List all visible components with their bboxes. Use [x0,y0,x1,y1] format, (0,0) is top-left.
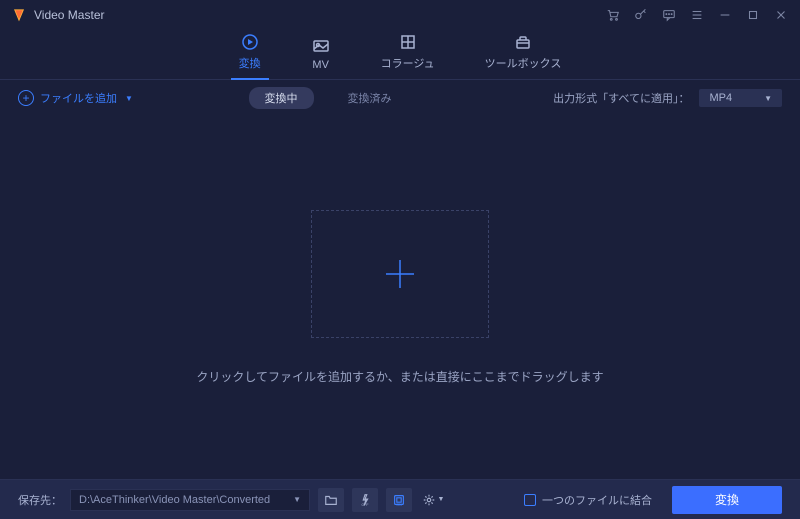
tab-label: ツールボックス [485,55,562,71]
output-format-label: 出力形式「すべてに適用」： [553,90,689,106]
collage-icon [398,33,418,51]
checkbox-icon [524,494,536,506]
output-format-value: MP4 [709,92,732,104]
tab-label: コラージュ [381,55,435,71]
tab-mv[interactable]: MV [311,37,331,79]
status-converting-pill[interactable]: 変換中 [249,87,314,109]
plus-circle-icon: + [18,90,34,106]
menu-icon[interactable] [690,8,704,22]
add-file-button[interactable]: + ファイルを追加 ▼ [18,90,133,106]
tab-label: MV [312,59,329,71]
titlebar: Video Master [0,0,800,30]
merge-label: 一つのファイルに結合 [542,492,652,508]
output-format-select[interactable]: MP4 ▼ [699,89,782,107]
save-path-input[interactable]: D:\AceThinker\Video Master\Converted ▼ [70,489,310,511]
maximize-icon[interactable] [746,8,760,22]
app-title: Video Master [34,8,104,22]
tab-label: 変換 [239,55,261,71]
convert-icon [240,33,260,51]
toolbox-icon [513,33,533,51]
bottombar: 保存先： D:\AceThinker\Video Master\Converte… [0,479,800,519]
titlebar-right [606,8,788,22]
caret-down-icon: ▼ [125,94,133,103]
open-folder-button[interactable] [318,488,344,512]
minimize-icon[interactable] [718,8,732,22]
tab-toolbox[interactable]: ツールボックス [485,33,562,79]
svg-text:OFF: OFF [362,503,369,507]
close-icon[interactable] [774,8,788,22]
hw-accel-off-button[interactable]: OFF [352,488,378,512]
toolbar: + ファイルを追加 ▼ 変換中 変換済み 出力形式「すべてに適用」： MP4 ▼ [0,80,800,116]
app-logo-icon [12,8,26,22]
caret-down-icon: ▼ [764,94,772,103]
convert-button[interactable]: 変換 [672,486,782,514]
save-path-value: D:\AceThinker\Video Master\Converted [79,494,270,506]
feedback-icon[interactable] [662,8,676,22]
caret-down-icon: ▼ [293,495,301,504]
file-dropzone[interactable] [311,210,489,338]
merge-checkbox[interactable]: 一つのファイルに結合 [524,492,652,508]
tab-convert[interactable]: 変換 [239,33,261,79]
mv-icon [311,37,331,55]
titlebar-left: Video Master [12,8,104,22]
main-tabs: 変換 MV コラージュ ツールボックス [0,30,800,80]
cart-icon[interactable] [606,8,620,22]
tab-collage[interactable]: コラージュ [381,33,435,79]
settings-button[interactable]: ▼ [420,488,446,512]
plus-icon [380,254,420,294]
dropzone-hint: クリックしてファイルを追加するか、または直接にここまでドラッグします [196,368,603,385]
content-area: クリックしてファイルを追加するか、または直接にここまでドラッグします [0,116,800,479]
save-path-label: 保存先： [18,492,62,508]
gpu-on-button[interactable]: ON [386,488,412,512]
add-file-label: ファイルを追加 [40,90,117,106]
svg-text:ON: ON [396,503,402,507]
status-done-pill[interactable]: 変換済み [332,87,408,109]
key-icon[interactable] [634,8,648,22]
